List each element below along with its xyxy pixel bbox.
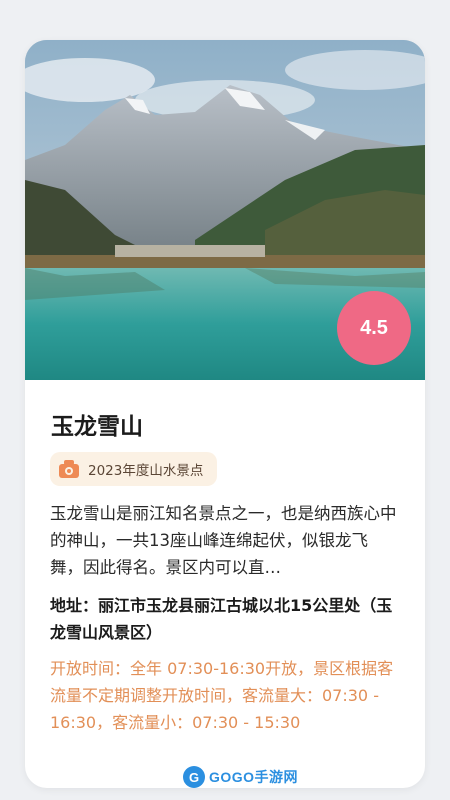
rating-badge: 4.5 xyxy=(337,291,411,365)
description-text: 玉龙雪山是丽江知名景点之一，也是纳西族心中的神山，一共13座山峰连绵起伏，似银龙… xyxy=(50,504,397,577)
address-text: 地址：丽江市玉龙县丽江古城以北15公里处（玉龙雪山风景区） xyxy=(50,596,393,642)
watermark-text: GOGO手游网 xyxy=(209,769,299,785)
hero-image: 4.5 xyxy=(25,40,425,380)
trophy-icon xyxy=(59,460,79,478)
attraction-title: 玉龙雪山 xyxy=(51,414,143,440)
award-badge: 2023年度山水景点 xyxy=(50,452,218,486)
description: 玉龙雪山是丽江知名景点之一，也是纳西族心中的神山，一共13座山峰连绵起伏，似银龙… xyxy=(50,500,400,581)
watermark: G GOGO手游网 xyxy=(183,766,298,788)
award-badge-label: 2023年度山水景点 xyxy=(88,463,204,479)
attraction-card[interactable]: 4.5 玉龙雪山 2023年度山水景点 玉龙雪山是丽江知名景点之一，也是纳西族心… xyxy=(25,40,425,788)
watermark-logo-icon: G xyxy=(183,766,205,788)
opening-hours-text: 开放时间：全年 07:30-16:30开放，景区根据客流量不定期调整开放时间，客… xyxy=(50,659,394,732)
